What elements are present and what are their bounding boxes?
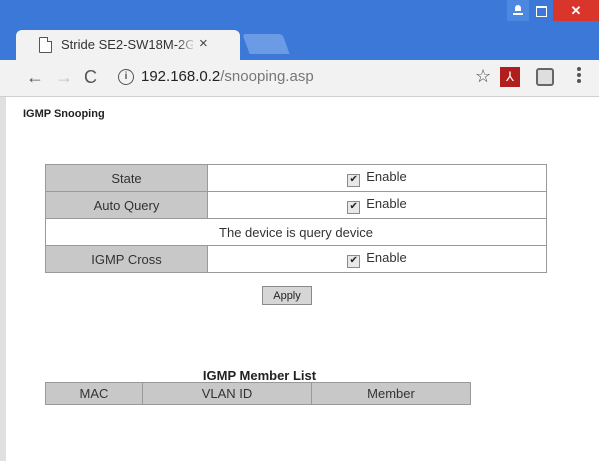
menu-icon[interactable] bbox=[577, 67, 581, 87]
tab-title-fade bbox=[176, 34, 198, 56]
auto-query-checkbox-label: Enable bbox=[366, 196, 407, 211]
apply-button[interactable]: Apply bbox=[262, 286, 312, 305]
column-header-vlan-id: VLAN ID bbox=[142, 382, 312, 405]
page-icon bbox=[39, 37, 52, 53]
maximize-button[interactable] bbox=[530, 0, 552, 21]
page-content: IGMP Snooping State ✔ Enable Auto Query ✔… bbox=[0, 97, 599, 461]
auto-query-checkbox[interactable]: ✔ bbox=[347, 201, 361, 214]
auto-query-label: Auto Query bbox=[45, 191, 208, 219]
title-bar: Stride SE2-SW18M-2G Sw × ✕ bbox=[0, 0, 599, 60]
auto-query-value: ✔ Enable bbox=[207, 191, 547, 219]
maximize-icon bbox=[536, 6, 547, 17]
igmp-settings-table: State ✔ Enable Auto Query ✔ Enable The dev… bbox=[45, 164, 547, 273]
url-path: /snooping.asp bbox=[220, 68, 314, 85]
browser-tab[interactable]: Stride SE2-SW18M-2G Sw × bbox=[16, 30, 240, 60]
reload-icon[interactable]: C bbox=[84, 67, 97, 87]
star-icon[interactable]: ☆ bbox=[475, 66, 491, 86]
igmp-cross-value: ✔ Enable bbox=[207, 245, 547, 273]
table-row: The device is query device bbox=[45, 218, 547, 246]
state-checkbox-label: Enable bbox=[366, 169, 407, 184]
table-header-row: MAC VLAN ID Member bbox=[45, 382, 471, 405]
back-arrow-icon[interactable]: ← bbox=[26, 67, 44, 87]
tab-title: Stride SE2-SW18M-2G Sw bbox=[61, 37, 193, 52]
column-header-mac: MAC bbox=[45, 382, 143, 405]
column-header-member: Member bbox=[311, 382, 471, 405]
table-row: Auto Query ✔ Enable bbox=[45, 191, 547, 219]
close-window-button[interactable]: ✕ bbox=[553, 0, 599, 21]
igmp-cross-label: IGMP Cross bbox=[45, 245, 208, 273]
browser-toolbar: ← → C i 192.168.0.2/snooping.asp ☆ ⅄ bbox=[0, 60, 599, 97]
address-bar[interactable]: 192.168.0.2/snooping.asp bbox=[141, 67, 314, 87]
new-tab-button[interactable] bbox=[242, 34, 290, 54]
table-row: IGMP Cross ✔ Enable bbox=[45, 245, 547, 273]
url-host: 192.168.0.2 bbox=[141, 68, 221, 85]
igmp-cross-checkbox-label: Enable bbox=[366, 250, 407, 265]
table-row: State ✔ Enable bbox=[45, 164, 547, 192]
tab-close-icon[interactable]: × bbox=[199, 35, 208, 53]
query-device-note: The device is query device bbox=[45, 218, 547, 246]
state-label: State bbox=[45, 164, 208, 192]
igmp-cross-checkbox[interactable]: ✔ bbox=[347, 255, 361, 268]
forward-arrow-icon[interactable]: → bbox=[55, 67, 73, 87]
close-icon: ✕ bbox=[570, 3, 582, 18]
state-value: ✔ Enable bbox=[207, 164, 547, 192]
minimize-button[interactable] bbox=[507, 0, 529, 21]
minimize-icon bbox=[513, 5, 523, 15]
pdf-icon[interactable]: ⅄ bbox=[500, 67, 520, 87]
state-checkbox[interactable]: ✔ bbox=[347, 174, 361, 187]
info-icon[interactable]: i bbox=[118, 69, 134, 85]
extension-icon[interactable] bbox=[536, 68, 554, 86]
member-list-title: IGMP Member List bbox=[202, 368, 317, 383]
window-left-edge bbox=[0, 97, 6, 461]
member-list-table: MAC VLAN ID Member bbox=[45, 382, 471, 405]
page-title: IGMP Snooping bbox=[23, 108, 105, 120]
